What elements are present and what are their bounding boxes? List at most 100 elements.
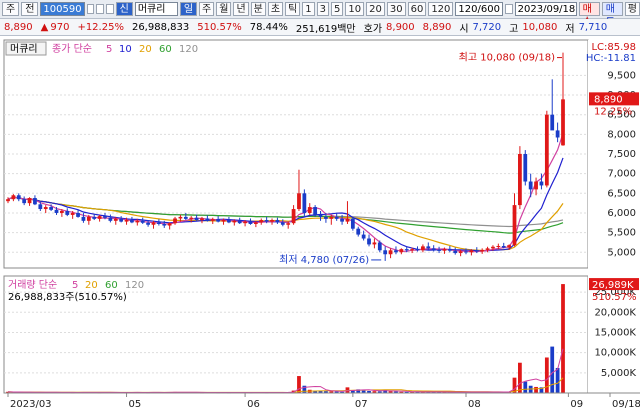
- average-button[interactable]: 평: [624, 2, 640, 16]
- tick-button[interactable]: 틱: [285, 2, 301, 16]
- period-mode-select[interactable]: 전: [21, 2, 39, 16]
- arrow-left-icon[interactable]: [96, 4, 104, 14]
- candle-body: [431, 248, 436, 250]
- candle-body: [453, 250, 458, 254]
- candle-body: [518, 154, 522, 206]
- candle-body: [447, 249, 452, 251]
- volume-bar: [297, 376, 301, 393]
- volume-bar: [518, 362, 522, 393]
- date-input[interactable]: 2023/09/18: [514, 2, 577, 16]
- candle-body: [194, 217, 199, 221]
- weekly-button[interactable]: 주: [199, 2, 215, 16]
- x-tick-label: 09/18: [612, 399, 640, 410]
- volume-bar: [561, 284, 565, 393]
- monthly-button[interactable]: 월: [216, 2, 232, 16]
- current-price: 8,890: [4, 21, 33, 33]
- candle-body: [162, 223, 167, 226]
- open-label: 시: [459, 23, 469, 35]
- candle-body: [6, 199, 10, 202]
- candle-body: [232, 220, 237, 223]
- candle-body: [178, 216, 183, 219]
- sell-button[interactable]: 매도: [601, 2, 623, 28]
- price-legend-item: 120: [179, 44, 198, 55]
- volume-legend-item: 5: [72, 280, 78, 291]
- interval-30[interactable]: 30: [386, 2, 406, 16]
- market-select[interactable]: 주: [2, 2, 20, 16]
- search-icon[interactable]: [86, 4, 95, 14]
- credit-badge: 신: [115, 2, 133, 16]
- candle-body: [388, 250, 393, 255]
- interval-5[interactable]: 5: [331, 2, 344, 16]
- price-tick-label: 6,000: [607, 208, 636, 219]
- interval-10[interactable]: 10: [345, 2, 365, 16]
- candle-body: [113, 218, 118, 221]
- candle-body: [539, 181, 544, 186]
- interval-1[interactable]: 1: [302, 2, 315, 16]
- candle-body: [189, 217, 194, 219]
- candle-body: [415, 249, 420, 251]
- low-label: 저: [565, 23, 575, 35]
- candle-body: [329, 216, 334, 219]
- candle-body: [43, 207, 48, 210]
- stock-chart[interactable]: 5,0005,5006,0006,5007,0007,5008,0008,500…: [0, 36, 640, 412]
- candle-body: [496, 245, 501, 247]
- interval-120[interactable]: 120: [428, 2, 454, 16]
- minute-button[interactable]: 분: [250, 2, 266, 16]
- candle-body: [259, 220, 264, 223]
- x-tick-label: 05: [129, 399, 142, 410]
- x-tick-label: 2023/03: [10, 399, 52, 410]
- candle-body: [394, 250, 398, 253]
- candle-body: [544, 114, 549, 186]
- candle-body: [275, 220, 280, 223]
- volume-bar: [534, 386, 538, 393]
- high-price: 10,080: [522, 21, 558, 33]
- candle-body: [65, 211, 70, 215]
- candle-body: [421, 246, 425, 251]
- candle-body: [156, 222, 161, 224]
- interval-60[interactable]: 60: [407, 2, 427, 16]
- interval-3[interactable]: 3: [316, 2, 329, 16]
- daily-button[interactable]: 일: [179, 2, 198, 16]
- candle-body: [70, 212, 75, 215]
- candle-body: [410, 249, 415, 251]
- candle-body: [302, 193, 307, 213]
- turnover-value: 78.44%: [249, 21, 288, 33]
- candle-body: [227, 220, 231, 223]
- buy-button[interactable]: 매수: [578, 2, 600, 28]
- last-price-label: 8,890: [594, 94, 623, 105]
- bid-ask-1: 8,900: [386, 21, 415, 33]
- candle-body: [501, 245, 506, 248]
- price-tick-label: 5,000: [607, 247, 636, 258]
- stock-name-field[interactable]: 머큐리: [134, 2, 178, 16]
- count-input[interactable]: 120/600: [455, 2, 503, 16]
- candle-body: [442, 249, 447, 251]
- volume-bar: [555, 367, 560, 393]
- candle-body: [356, 228, 361, 235]
- candle-body: [16, 195, 21, 200]
- candle-body: [528, 181, 533, 190]
- candle-body: [140, 220, 145, 223]
- price-legend-item: 10: [119, 44, 132, 55]
- candle-body: [237, 220, 242, 224]
- bid-label: 호가: [363, 23, 383, 35]
- calendar-icon[interactable]: [504, 4, 513, 14]
- price-legend-item: 20: [139, 44, 152, 55]
- candle-body: [86, 216, 91, 221]
- code-input[interactable]: 100590: [40, 2, 85, 16]
- yearly-button[interactable]: 년: [233, 2, 249, 16]
- second-button[interactable]: 초: [267, 2, 284, 16]
- candle-body: [81, 216, 86, 221]
- candle-body: [216, 219, 221, 222]
- candle-body: [324, 216, 328, 219]
- candle-body: [361, 234, 366, 239]
- candle-body: [270, 220, 274, 222]
- arrow-right-icon[interactable]: [105, 4, 114, 14]
- candle-body: [340, 218, 344, 222]
- candle-body: [205, 218, 210, 221]
- chart-title: 머큐리: [10, 43, 38, 55]
- candle-body: [124, 220, 129, 222]
- candle-body: [383, 250, 388, 255]
- interval-20[interactable]: 20: [366, 2, 385, 16]
- candle-body: [173, 218, 177, 224]
- candle-body: [291, 209, 296, 224]
